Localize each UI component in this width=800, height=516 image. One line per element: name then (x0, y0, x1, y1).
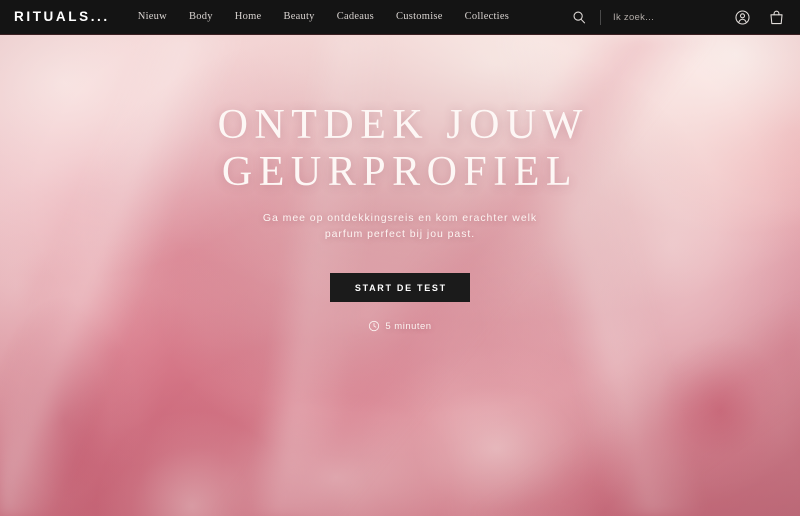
search-area (568, 6, 718, 28)
hero-content: ONTDEK JOUW GEURPROFIEL Ga mee op ontdek… (0, 35, 800, 516)
search-input[interactable] (613, 11, 718, 23)
hero-title-line-1: ONTDEK JOUW (217, 102, 589, 148)
nav-item-beauty[interactable]: Beauty (272, 11, 325, 23)
nav-item-nieuw[interactable]: Nieuw (127, 11, 178, 23)
shopping-bag-icon[interactable] (766, 7, 786, 27)
nav-item-collecties[interactable]: Collecties (454, 11, 521, 23)
hero-subtitle: Ga mee op ontdekkingsreis en kom erachte… (262, 212, 538, 240)
account-icon[interactable] (732, 7, 752, 27)
brand-logo[interactable]: RITUALS... (14, 10, 110, 24)
clock-icon (368, 320, 380, 332)
hero-title: ONTDEK JOUW GEURPROFIEL (211, 102, 589, 196)
main-navigation: Nieuw Body Home Beauty Cadeaus Customise… (127, 11, 521, 23)
account-and-bag-icons (732, 7, 786, 27)
hero-duration: 5 minuten (368, 320, 431, 332)
nav-item-cadeaus[interactable]: Cadeaus (326, 11, 385, 23)
nav-item-home[interactable]: Home (224, 11, 273, 23)
search-icon[interactable] (568, 6, 590, 28)
start-test-button[interactable]: START DE TEST (330, 273, 470, 302)
hero-banner: ONTDEK JOUW GEURPROFIEL Ga mee op ontdek… (0, 35, 800, 516)
site-header: RITUALS... Nieuw Body Home Beauty Cadeau… (0, 0, 800, 35)
search-divider (600, 9, 601, 25)
hero-title-line-2: GEURPROFIEL (221, 149, 579, 195)
nav-item-body[interactable]: Body (178, 11, 224, 23)
hero-duration-label: 5 minuten (385, 320, 432, 332)
nav-item-customise[interactable]: Customise (385, 11, 454, 23)
header-actions (568, 0, 800, 34)
page-root: RITUALS... Nieuw Body Home Beauty Cadeau… (0, 0, 800, 516)
